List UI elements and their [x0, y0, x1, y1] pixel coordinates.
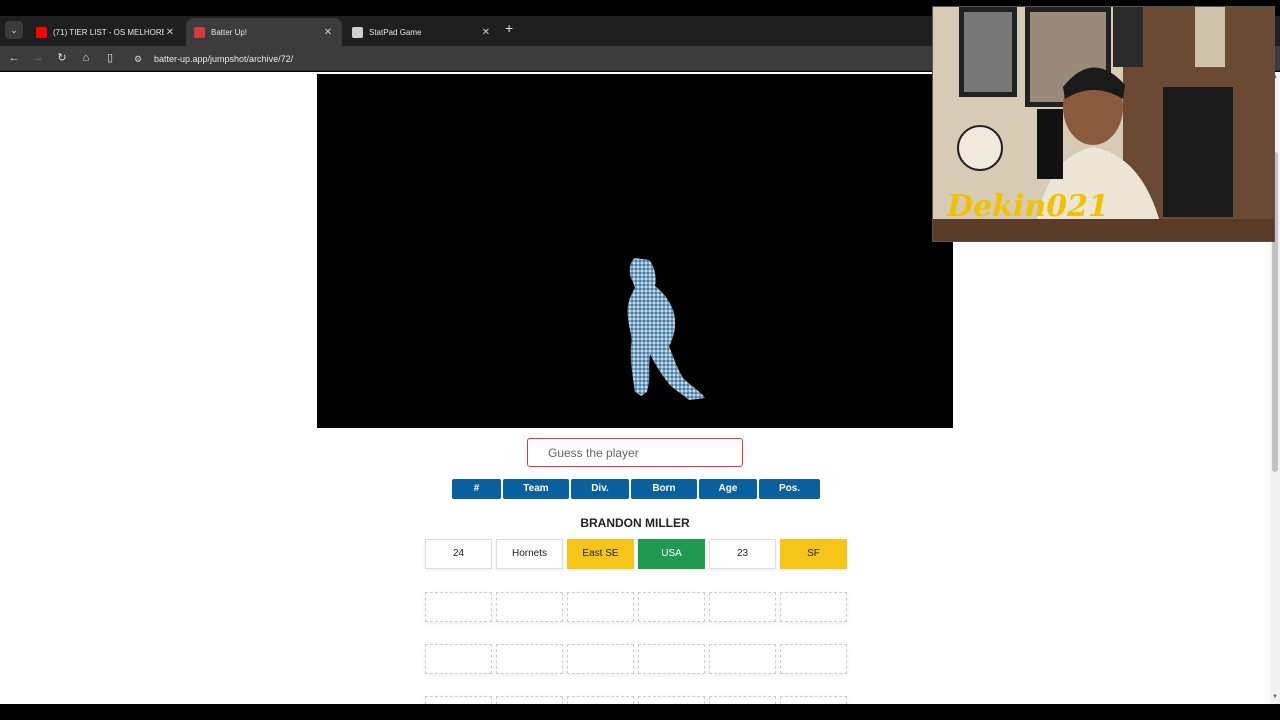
tab-batter-up[interactable]: Batter Up! ✕: [186, 18, 342, 46]
batter-up-favicon-icon: [194, 26, 205, 38]
youtube-icon: [36, 26, 47, 38]
guess-player-input[interactable]: [527, 438, 743, 467]
empty-cell: [638, 644, 705, 674]
header-team: Team: [503, 479, 569, 499]
empty-guess-row: [425, 644, 847, 674]
header-position: Pos.: [759, 479, 820, 499]
empty-guess-row: [425, 696, 847, 704]
site-info-icon[interactable]: ⚙: [134, 52, 148, 66]
new-tab-icon[interactable]: +: [505, 20, 513, 36]
tab-search-dropdown[interactable]: ⌄: [5, 21, 23, 39]
guessed-player-name: BRANDON MILLER: [580, 516, 690, 530]
back-icon[interactable]: ←: [6, 50, 22, 66]
header-age: Age: [699, 479, 757, 499]
address-bar[interactable]: ⚙ batter-up.app/jumpshot/archive/72/: [128, 49, 928, 68]
streamer-webcam-overlay: Dekin021: [932, 6, 1275, 242]
empty-guess-row: [425, 592, 847, 622]
close-tab-icon[interactable]: ✕: [164, 27, 176, 38]
url-text[interactable]: batter-up.app/jumpshot/archive/72/: [154, 54, 293, 64]
streamer-name-overlay: Dekin021: [947, 189, 1109, 224]
empty-cell: [780, 644, 847, 674]
close-tab-icon[interactable]: ✕: [322, 27, 334, 38]
empty-cell: [638, 696, 705, 704]
player-silhouette-icon: [627, 258, 705, 400]
empty-cell: [425, 644, 492, 674]
cell-division: East SE: [567, 539, 634, 569]
cell-position: SF: [780, 539, 847, 569]
empty-cell: [567, 592, 634, 622]
close-tab-icon[interactable]: ✕: [480, 27, 492, 38]
tab-statpad[interactable]: StatPad Game ✕: [344, 18, 500, 46]
empty-cell: [709, 696, 776, 704]
empty-cell: [425, 696, 492, 704]
forward-icon[interactable]: →: [30, 50, 46, 66]
tab-tier-list[interactable]: (71) TIER LIST - OS MELHORES ✕: [28, 18, 184, 46]
cell-born: USA: [638, 539, 705, 569]
empty-cell: [496, 696, 563, 704]
home-icon[interactable]: ⌂: [78, 50, 94, 66]
player-silhouette-canvas: [317, 74, 953, 428]
reload-icon[interactable]: ↻: [54, 50, 70, 66]
empty-cell: [709, 644, 776, 674]
split-view-icon[interactable]: ▯: [102, 50, 118, 66]
empty-cell: [780, 592, 847, 622]
empty-cell: [425, 592, 492, 622]
empty-cell: [496, 644, 563, 674]
tab-title: (71) TIER LIST - OS MELHORES: [53, 27, 164, 37]
empty-cell: [638, 592, 705, 622]
header-born: Born: [631, 479, 697, 499]
column-headers: # Team Div. Born Age Pos.: [452, 479, 820, 499]
empty-cell: [780, 696, 847, 704]
empty-cell: [496, 592, 563, 622]
tab-title: Batter Up!: [211, 27, 248, 37]
header-number: #: [452, 479, 501, 499]
empty-cell: [709, 592, 776, 622]
screen-bottom-strip: [0, 704, 1280, 720]
guess-row: 24 Hornets East SE USA 23 SF: [425, 539, 847, 569]
cell-team: Hornets: [496, 539, 563, 569]
scroll-down-icon[interactable]: ▼: [1271, 694, 1279, 702]
empty-cell: [567, 696, 634, 704]
statpad-favicon-icon: [352, 26, 363, 38]
empty-cell: [567, 644, 634, 674]
cell-age: 23: [709, 539, 776, 569]
cell-number: 24: [425, 539, 492, 569]
tab-title: StatPad Game: [369, 27, 422, 37]
header-division: Div.: [571, 479, 629, 499]
